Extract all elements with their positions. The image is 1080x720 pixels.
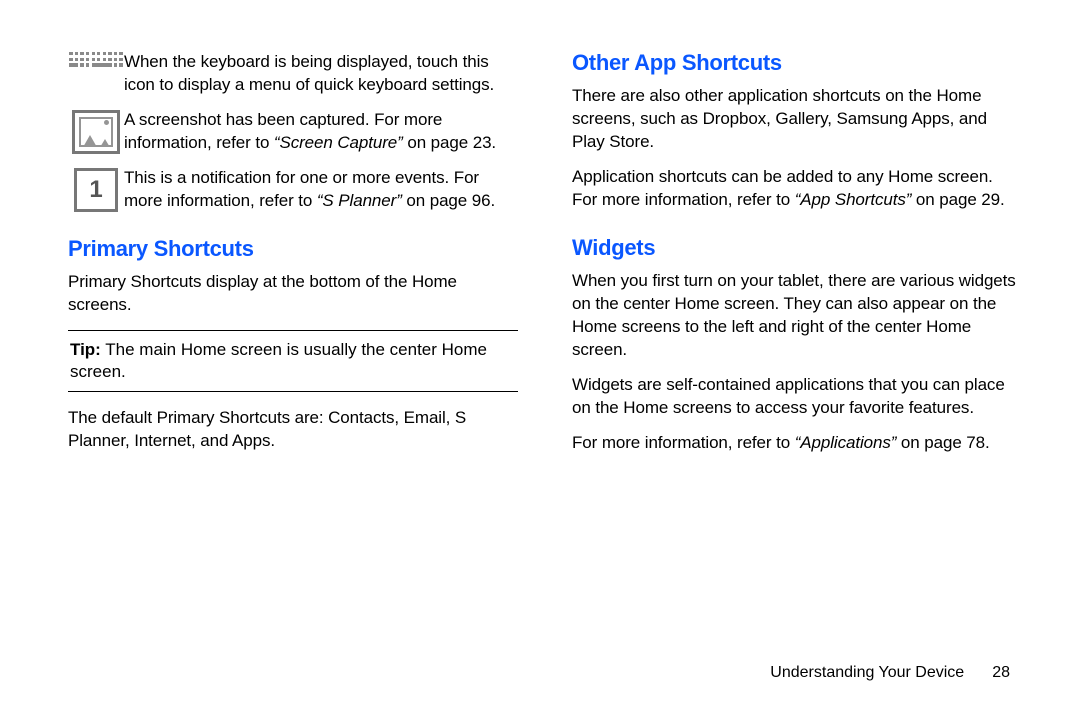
icon-item-text: This is a notification for one or more e…: [124, 166, 518, 212]
icon-item-text: When the keyboard is being displayed, to…: [124, 50, 518, 96]
paragraph: Application shortcuts can be added to an…: [572, 165, 1022, 211]
paragraph: For more information, refer to “Applicat…: [572, 431, 1022, 454]
icon-item-screenshot: A screenshot has been captured. For more…: [68, 108, 518, 154]
paragraph: There are also other application shortcu…: [572, 84, 1022, 153]
paragraph: Primary Shortcuts display at the bottom …: [68, 270, 518, 316]
left-column: When the keyboard is being displayed, to…: [68, 50, 518, 466]
screenshot-icon: [68, 108, 124, 154]
footer-section-title: Understanding Your Device: [770, 664, 964, 681]
heading-other-app-shortcuts: Other App Shortcuts: [572, 50, 1022, 76]
keyboard-icon: [68, 50, 124, 67]
heading-widgets: Widgets: [572, 235, 1022, 261]
tip-body: The main Home screen is usually the cent…: [70, 340, 487, 381]
icon-item-event: 1 This is a notification for one or more…: [68, 166, 518, 212]
paragraph: When you first turn on your tablet, ther…: [572, 269, 1022, 361]
cross-reference: “App Shortcuts”: [795, 190, 912, 209]
heading-primary-shortcuts: Primary Shortcuts: [68, 236, 518, 262]
paragraph: The default Primary Shortcuts are: Conta…: [68, 406, 518, 452]
icon-item-keyboard: When the keyboard is being displayed, to…: [68, 50, 518, 96]
icon-item-text: A screenshot has been captured. For more…: [124, 108, 518, 154]
right-column: Other App Shortcuts There are also other…: [572, 50, 1022, 466]
event-icon: 1: [68, 166, 124, 212]
cross-reference: “Applications”: [795, 433, 897, 452]
page-number: 28: [992, 664, 1010, 681]
manual-page: When the keyboard is being displayed, to…: [0, 0, 1080, 720]
tip-label: Tip:: [70, 340, 101, 359]
page-footer: Understanding Your Device 28: [770, 664, 1010, 682]
tip-callout: Tip: The main Home screen is usually the…: [68, 330, 518, 392]
paragraph: Widgets are self-contained applications …: [572, 373, 1022, 419]
cross-reference: “Screen Capture”: [274, 133, 403, 152]
cross-reference: “S Planner”: [317, 191, 402, 210]
